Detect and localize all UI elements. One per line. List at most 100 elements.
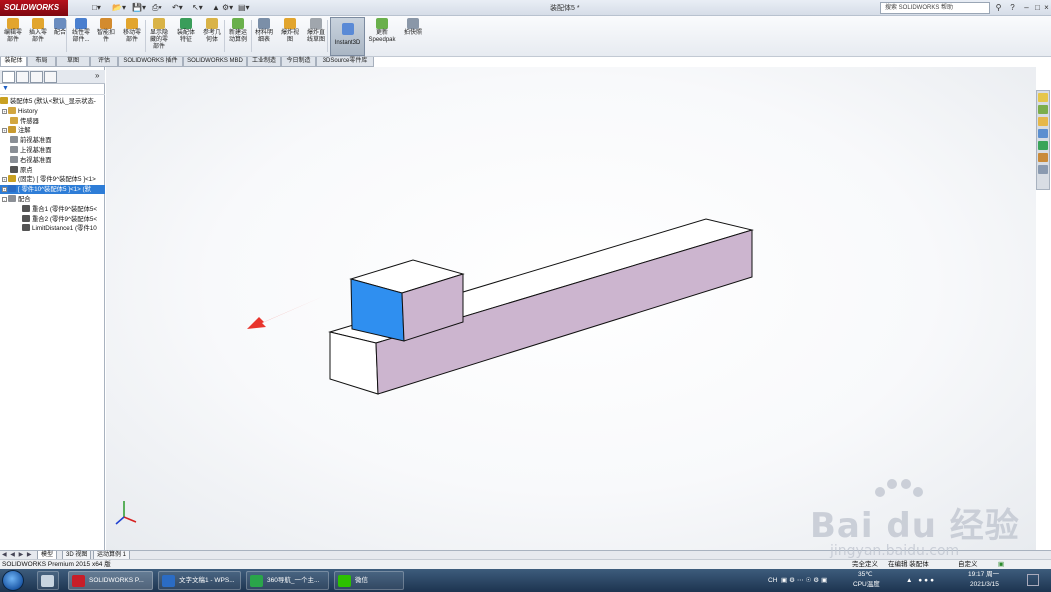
ribbon-button-edit-component[interactable]: 编辑零 部件 bbox=[2, 18, 24, 56]
save-icon[interactable]: 💾▾ bbox=[132, 2, 146, 14]
options-gear-icon[interactable]: ⚙▾ bbox=[222, 2, 233, 14]
taskbar-item-3[interactable]: 微信 bbox=[334, 571, 404, 590]
tree-item[interactable]: 重合2 (零件9^装配体5< bbox=[0, 214, 105, 224]
solidworks-logo[interactable]: SOLIDWORKS bbox=[0, 0, 68, 16]
expand-toggle-icon[interactable]: - bbox=[2, 197, 7, 202]
expand-toggle-icon[interactable]: + bbox=[2, 108, 7, 114]
tree-item[interactable]: + History bbox=[0, 106, 105, 116]
tree-item[interactable]: 重合1 (零件9^装配体5< bbox=[0, 204, 105, 214]
ribbon-button-assembly-feature[interactable]: 装配体 特征 bbox=[175, 18, 197, 56]
tree-item[interactable]: 右视基准面 bbox=[0, 155, 105, 165]
ribbon-button-reference-geometry[interactable]: 参考几 何体 bbox=[200, 18, 224, 56]
tree-item[interactable]: 上视基准面 bbox=[0, 146, 105, 155]
taskbar-item-0[interactable]: SOLIDWORKS P... bbox=[68, 571, 153, 590]
ribbon-separator bbox=[66, 20, 67, 52]
panel-expand-icon[interactable]: » bbox=[95, 71, 99, 80]
tree-item[interactable]: LimitDistance1 (零件10 bbox=[0, 224, 105, 233]
filter-icon[interactable]: ▼ bbox=[0, 85, 105, 95]
tree-item[interactable]: - 配合 bbox=[0, 195, 105, 204]
property-tab-icon[interactable] bbox=[16, 71, 29, 83]
tab-5[interactable]: SOLIDWORKS MBD bbox=[183, 57, 247, 67]
show-desktop-icon[interactable] bbox=[1027, 574, 1039, 586]
tab-scroll-arrows-icon[interactable]: ◀ ◀ ▶ ▶ bbox=[2, 551, 32, 559]
tree-node-icon bbox=[8, 185, 16, 193]
tree-item[interactable]: 装配体5 (默认<默认_显示状态- bbox=[0, 97, 105, 106]
tab-4[interactable]: SOLIDWORKS 插件 bbox=[118, 57, 183, 67]
ribbon-button-insert-component[interactable]: 插入零 部件 bbox=[27, 18, 49, 56]
tab-7[interactable]: 今日制造 bbox=[281, 57, 316, 67]
appearances-icon[interactable] bbox=[1038, 141, 1048, 150]
ribbon-button-label: 显示隐 藏的零 部件 bbox=[149, 30, 168, 50]
tree-node-icon bbox=[8, 106, 16, 114]
file-explorer-taskbar-icon[interactable] bbox=[37, 571, 59, 590]
ribbon-button-show-hidden[interactable]: 显示隐 藏的零 部件 bbox=[147, 18, 171, 56]
ribbon-button-snapshot[interactable]: 拍快照 bbox=[402, 18, 424, 56]
notification-area-icons[interactable]: ▲ ●●● bbox=[906, 575, 936, 586]
print-icon[interactable]: ⎙▾ bbox=[152, 2, 162, 14]
ribbon-button-bom[interactable]: 材料明 细表 bbox=[253, 18, 275, 56]
ribbon-button-smart-fastener[interactable]: 智能扣 件 bbox=[95, 18, 117, 56]
expand-toggle-icon[interactable]: + bbox=[2, 128, 7, 134]
open-folder-icon[interactable]: 📂▾ bbox=[112, 2, 126, 14]
forum-icon[interactable] bbox=[1038, 165, 1048, 174]
tab-0[interactable]: 装配体 bbox=[0, 57, 27, 67]
feature-tree-tab-icon[interactable] bbox=[2, 71, 15, 83]
tab-6[interactable]: 工业制造 bbox=[247, 57, 281, 67]
tree-item[interactable]: 传感器 bbox=[0, 116, 105, 126]
tab-1[interactable]: 布局 bbox=[27, 57, 56, 67]
tree-item-label: LimitDistance1 (零件10 bbox=[32, 225, 97, 233]
select-arrow-icon[interactable]: ↖▾ bbox=[192, 2, 203, 14]
rebuild-icon[interactable]: ▲ bbox=[212, 2, 220, 14]
command-tabs: 装配体 布局 草图 评估 SOLIDWORKS 插件 SOLIDWORKS MBD 工业制造… bbox=[0, 57, 380, 67]
tray-icons[interactable]: ▣⚙⋯☉⚙▣ bbox=[781, 575, 829, 586]
tree-item[interactable]: + [ 零件10^装配体5 ]<1> (默 bbox=[0, 185, 105, 195]
tree-item[interactable]: + 注解 bbox=[0, 126, 105, 135]
ribbon-button-label: 爆炸视 图 bbox=[280, 30, 299, 43]
help-search-input[interactable]: 搜索 SOLIDWORKS 帮助 bbox=[880, 2, 990, 14]
new-document-icon[interactable]: □▾ bbox=[92, 2, 101, 14]
design-library-icon[interactable] bbox=[1038, 105, 1048, 114]
smart-fastener-icon bbox=[100, 18, 112, 29]
taskbar-item-2[interactable]: 360导航_一个主... bbox=[246, 571, 329, 590]
resources-icon[interactable] bbox=[1038, 93, 1048, 102]
tree-item-label: [ 零件10^装配体5 ]<1> (默 bbox=[18, 186, 91, 194]
ribbon-button-explode-line[interactable]: 爆炸直 线草图 bbox=[304, 18, 328, 56]
ribbon-button-speedpak[interactable]: 更新 Speedpak bbox=[368, 18, 396, 56]
instant3d-button[interactable]: Instant3D bbox=[330, 17, 365, 56]
ime-indicator[interactable]: CH bbox=[768, 575, 777, 586]
tree-item[interactable]: 前视基准面 bbox=[0, 136, 105, 145]
search-dropdown-icon[interactable]: ⚲ bbox=[992, 1, 1005, 14]
mate-icon bbox=[54, 18, 66, 29]
ribbon-button-label: 参考几 何体 bbox=[202, 30, 221, 43]
view-palette-icon[interactable] bbox=[1038, 129, 1048, 138]
show-hidden-icon bbox=[153, 18, 165, 29]
tree-item-label: 右视基准面 bbox=[20, 156, 52, 164]
tree-item[interactable]: 原点 bbox=[0, 165, 105, 175]
ribbon-button-label: 更新 Speedpak bbox=[368, 30, 396, 43]
custom-properties-icon[interactable] bbox=[1038, 153, 1048, 162]
tab-2[interactable]: 草图 bbox=[56, 57, 90, 67]
start-button[interactable] bbox=[2, 570, 24, 591]
display-tab-icon[interactable] bbox=[44, 71, 57, 83]
undo-icon[interactable]: ↶▾ bbox=[172, 2, 183, 14]
tree-item-label: 原点 bbox=[20, 166, 33, 174]
taskbar-item-1[interactable]: 文字文稿1 - WPS... bbox=[158, 571, 241, 590]
close-icon[interactable]: × bbox=[1040, 1, 1051, 14]
config-tab-icon[interactable] bbox=[30, 71, 43, 83]
bar-end-face[interactable] bbox=[329, 331, 379, 395]
tree-item-label: 重合2 (零件9^装配体5< bbox=[32, 215, 98, 223]
ribbon-button-move-component[interactable]: 移动零 部件 bbox=[120, 18, 144, 56]
ribbon-button-exploded-view[interactable]: 爆炸视 图 bbox=[279, 18, 301, 56]
customize-icon[interactable]: ▤▾ bbox=[238, 2, 250, 14]
help-icon[interactable]: ? bbox=[1006, 1, 1019, 14]
baidu-watermark: Bai du 经验 jingyan.baidu.com bbox=[800, 478, 1020, 568]
expand-toggle-icon[interactable]: + bbox=[2, 177, 7, 183]
ribbon-button-motion-study[interactable]: 新建运 动算例 bbox=[226, 18, 250, 56]
expand-toggle-icon[interactable]: + bbox=[2, 187, 7, 193]
file-explorer-icon[interactable] bbox=[1038, 117, 1048, 126]
ribbon-button-linear-pattern[interactable]: 线性零 部件... bbox=[70, 18, 92, 56]
tree-item[interactable]: + (固定) [ 零件9^装配体5 ]<1> bbox=[0, 175, 105, 184]
clock-date[interactable]: 2021/3/15 bbox=[970, 579, 999, 590]
tab-8[interactable]: 3DSource零件库 bbox=[316, 57, 374, 67]
tab-3[interactable]: 评估 bbox=[90, 57, 118, 67]
